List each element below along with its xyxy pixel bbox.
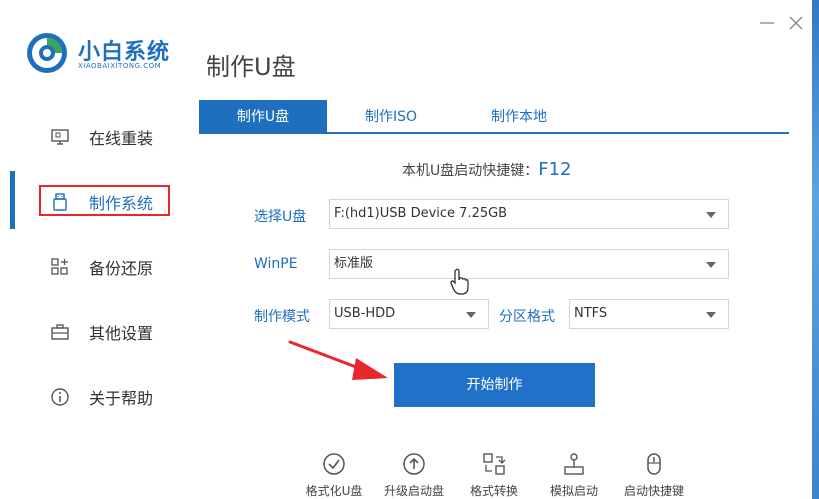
red-arrow-icon [288,340,388,380]
usb-label: 选择U盘 [254,209,307,225]
sidebar-item-label: 其他设置 [89,324,154,343]
usb-select[interactable]: F:(hd1)USB Device 7.25GB [329,199,729,229]
hotkey-info: 本机U盘启动快捷键：F12 [402,159,572,180]
minimize-icon[interactable] [756,12,778,34]
chevron-down-icon [466,312,476,318]
page-title: 制作U盘 [206,53,296,81]
check-circle-icon [323,453,345,475]
tool-label: 格式转换 [469,484,518,498]
sidebar-item-label: 在线重装 [89,129,154,148]
mode-select-value: USB-HDD [334,306,396,321]
sidebar: 小白系统 XIAOBAIXITONG.COM 在线重装 制作系统 备份还原 其他… [0,0,184,499]
briefcase-icon [51,324,69,340]
chevron-down-icon [706,212,716,218]
tool-upgrade-boot-disk[interactable]: 升级启动盘 [374,452,454,499]
sidebar-item-backup-restore[interactable]: 备份还原 [0,242,184,292]
mouse-icon [647,453,661,475]
sidebar-item-other-settings[interactable]: 其他设置 [0,307,184,357]
hand-cursor-icon [450,268,469,295]
tool-simulate-boot[interactable]: 模拟启动 [534,452,614,499]
tool-label: 格式化U盘 [305,484,363,498]
mode-label: 制作模式 [254,309,310,325]
app-window: 小白系统 XIAOBAIXITONG.COM 在线重装 制作系统 备份还原 其他… [0,0,812,499]
upload-circle-icon [403,453,425,475]
tab-make-iso[interactable]: 制作ISO [327,100,455,132]
chevron-down-icon [706,312,716,318]
partition-select-value: NTFS [574,306,608,321]
start-make-button[interactable]: 开始制作 [394,363,595,407]
usb-select-value: F:(hd1)USB Device 7.25GB [334,206,508,221]
logo-mark-icon [27,33,67,73]
tool-label: 启动快捷键 [623,484,684,498]
winpe-select-value: 标准版 [334,256,374,271]
sidebar-item-online-install[interactable]: 在线重装 [0,112,184,162]
grid-icon [51,258,68,275]
mode-select[interactable]: USB-HDD [329,299,489,329]
logo-subtitle: XIAOBAIXITONG.COM [78,62,162,70]
hotkey-value: F12 [538,159,572,180]
app-logo: 小白系统 XIAOBAIXITONG.COM [26,32,176,76]
sidebar-item-label: 关于帮助 [89,389,154,408]
convert-icon [483,453,506,475]
tool-boot-hotkey[interactable]: 启动快捷键 [614,452,694,499]
sidebar-item-label: 备份还原 [89,259,154,278]
desktop-background [812,0,819,499]
hotkey-label: 本机U盘启动快捷键： [402,163,539,179]
chevron-down-icon [706,262,716,268]
tab-make-usb[interactable]: 制作U盘 [199,100,327,132]
partition-label: 分区格式 [499,309,555,325]
tool-label: 模拟启动 [549,484,598,498]
joystick-icon [564,453,584,475]
info-icon [51,388,69,406]
monitor-icon [51,129,69,145]
tool-format-convert[interactable]: 格式转换 [454,452,534,499]
winpe-label: WinPE [254,256,298,272]
sidebar-item-about-help[interactable]: 关于帮助 [0,372,184,422]
partition-select[interactable]: NTFS [569,299,729,329]
close-icon[interactable] [785,12,807,34]
winpe-select[interactable]: 标准版 [329,249,729,279]
highlight-box [39,185,170,216]
tool-format-usb[interactable]: 格式化U盘 [294,452,374,499]
tab-bar: 制作U盘 制作ISO 制作本地 [199,100,789,134]
tool-label: 升级启动盘 [383,484,444,498]
tab-make-local[interactable]: 制作本地 [455,100,583,132]
